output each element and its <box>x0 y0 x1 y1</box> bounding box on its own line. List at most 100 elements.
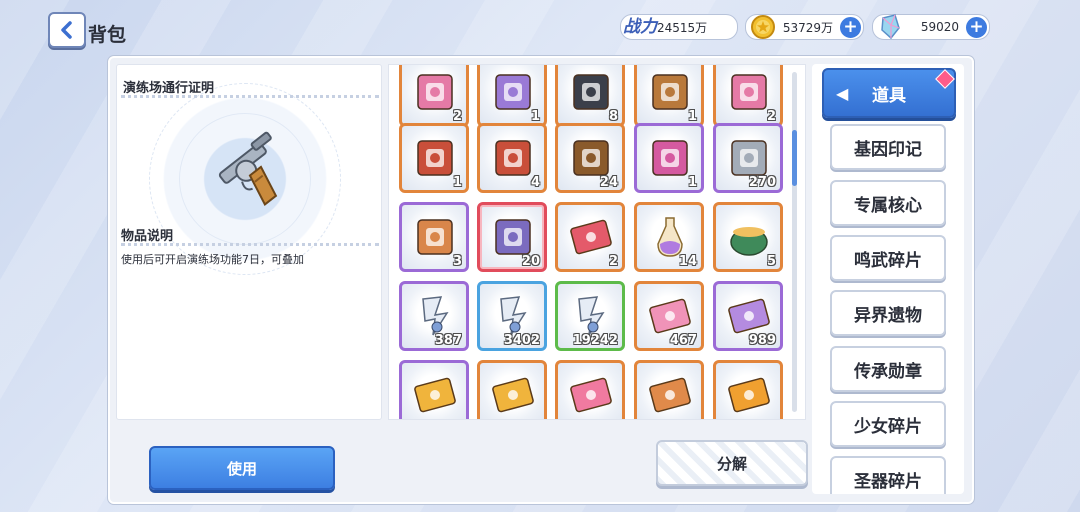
inventory-slot[interactable]: 387 <box>399 281 469 351</box>
tab-label: 异界遗物 <box>854 305 922 326</box>
inventory-slot[interactable]: 1 <box>634 123 704 193</box>
grid-scroll-thumb[interactable] <box>792 130 797 186</box>
new-badge-icon <box>935 69 955 89</box>
tab-label: 道具 <box>872 85 906 106</box>
item-count: 2 <box>452 109 462 124</box>
tab-5[interactable]: 传承勋章 <box>830 346 946 392</box>
chevron-left-icon: ◀ <box>836 83 849 103</box>
item-count: 5 <box>766 254 776 269</box>
inventory-slot[interactable]: 2 <box>713 65 783 127</box>
orange-crate-icon <box>417 219 453 255</box>
use-button[interactable]: 使用 <box>149 446 335 490</box>
red-ticket-icon <box>570 219 612 255</box>
item-name: 演练场通行证明 <box>123 81 215 96</box>
item-count: 467 <box>669 333 697 348</box>
inventory-slot[interactable]: 1 <box>477 65 547 127</box>
item-count: 2 <box>766 109 776 124</box>
item-count: 19242 <box>572 333 618 348</box>
inventory-slot[interactable]: 5 <box>713 202 783 272</box>
dark-crate-icon <box>573 74 609 110</box>
item-count: 3 <box>452 254 462 269</box>
rainbow-ticket-icon <box>649 377 691 413</box>
add-gem-button[interactable]: + <box>965 16 988 39</box>
chevron-left-icon <box>61 21 72 39</box>
purple-crate-icon <box>495 74 531 110</box>
combat-power-value: 24515万 <box>657 20 708 35</box>
decompose-button[interactable]: 分解 <box>656 440 808 486</box>
tab-7[interactable]: 圣器碎片 <box>830 456 946 494</box>
gold-card-icon <box>492 377 534 413</box>
crystal-gem-icon <box>881 14 900 40</box>
coin-display: 53729万 + <box>745 14 864 40</box>
gold-card-icon <box>414 377 456 413</box>
add-coin-button[interactable]: + <box>839 16 862 39</box>
tab-label: 少女碎片 <box>854 416 922 437</box>
tab-label: 圣器碎片 <box>854 471 922 492</box>
inventory-slot[interactable]: 1 <box>399 123 469 193</box>
inventory-slot[interactable] <box>634 360 704 419</box>
smiley-box-icon <box>417 140 453 176</box>
tab-label: 基因印记 <box>854 139 922 160</box>
combat-power-display: 战力 24515万 <box>620 14 738 40</box>
item-count: 20 <box>521 254 540 269</box>
inventory-slot[interactable]: 4 <box>477 123 547 193</box>
item-count: 1 <box>530 109 540 124</box>
description-heading: 物品说明 <box>121 229 174 244</box>
grid-scrollbar[interactable] <box>792 72 797 412</box>
item-count: 387 <box>434 333 462 348</box>
gem-display: 59020 + <box>872 14 990 40</box>
inventory-slot[interactable] <box>399 360 469 419</box>
tab-label: 专属核心 <box>854 195 922 216</box>
tab-0[interactable]: ◀ 道具 <box>822 68 956 118</box>
tab-4[interactable]: 异界遗物 <box>830 290 946 336</box>
item-count: 1 <box>687 109 697 124</box>
tab-1[interactable]: 基因印记 <box>830 124 946 170</box>
inventory-slot[interactable]: 3 <box>399 202 469 272</box>
inventory-slot[interactable]: 19242 <box>555 281 625 351</box>
pink-crate-icon <box>731 74 767 110</box>
brown-crate-icon <box>652 74 688 110</box>
item-count: 1 <box>687 175 697 190</box>
inventory-slot[interactable] <box>713 360 783 419</box>
item-detail-panel: 演练场通行证明 物品说明 使用后可开启演练场功能7日，可叠加 <box>116 64 382 420</box>
item-count: 1 <box>452 175 462 190</box>
inventory-slot[interactable]: 24 <box>555 123 625 193</box>
sword-card-icon <box>728 377 770 413</box>
inventory-slot[interactable]: 2 <box>555 202 625 272</box>
inventory-slot[interactable]: 467 <box>634 281 704 351</box>
inventory-slot[interactable]: 20 <box>477 202 547 272</box>
inventory-slot[interactable]: 3402 <box>477 281 547 351</box>
gold-coin-icon <box>751 15 775 39</box>
tab-3[interactable]: 鸣武碎片 <box>830 235 946 281</box>
inventory-slot[interactable]: 270 <box>713 123 783 193</box>
inventory-slot[interactable]: 1 <box>634 65 704 127</box>
revolver-icon <box>218 131 278 206</box>
tab-6[interactable]: 少女碎片 <box>830 401 946 447</box>
description-text: 使用后可开启演练场功能7日，可叠加 <box>121 253 304 266</box>
coin-value: 53729万 <box>782 20 833 35</box>
pink-crate-icon <box>417 74 453 110</box>
tab-label: 鸣武碎片 <box>854 250 922 271</box>
smiley-box-icon <box>495 140 531 176</box>
item-count: 4 <box>530 175 540 190</box>
inventory-slot[interactable]: 8 <box>555 65 625 127</box>
divider <box>121 243 379 246</box>
inventory-slot[interactable] <box>477 360 547 419</box>
item-count: 989 <box>748 333 776 348</box>
combat-power-label: 战力 <box>623 17 657 37</box>
item-count: 14 <box>678 254 697 269</box>
inventory-slot[interactable] <box>555 360 625 419</box>
tab-label: 传承勋章 <box>854 361 922 382</box>
back-button[interactable] <box>48 12 86 48</box>
page-title: 背包 <box>88 24 127 46</box>
inventory-slot[interactable]: 14 <box>634 202 704 272</box>
pink-card-icon <box>570 377 612 413</box>
inventory-slot[interactable]: 989 <box>713 281 783 351</box>
item-count: 3402 <box>503 333 540 348</box>
item-count: 270 <box>748 175 776 190</box>
inventory-slot[interactable]: 2 <box>399 65 469 127</box>
tab-2[interactable]: 专属核心 <box>830 180 946 226</box>
inventory-grid[interactable]: 2 1 8 1 2 1 4 24 1 270 3 20 2 14 5 387 3402 19242 467 989 <box>388 64 806 420</box>
flower-box-icon <box>652 140 688 176</box>
item-count: 2 <box>608 254 618 269</box>
